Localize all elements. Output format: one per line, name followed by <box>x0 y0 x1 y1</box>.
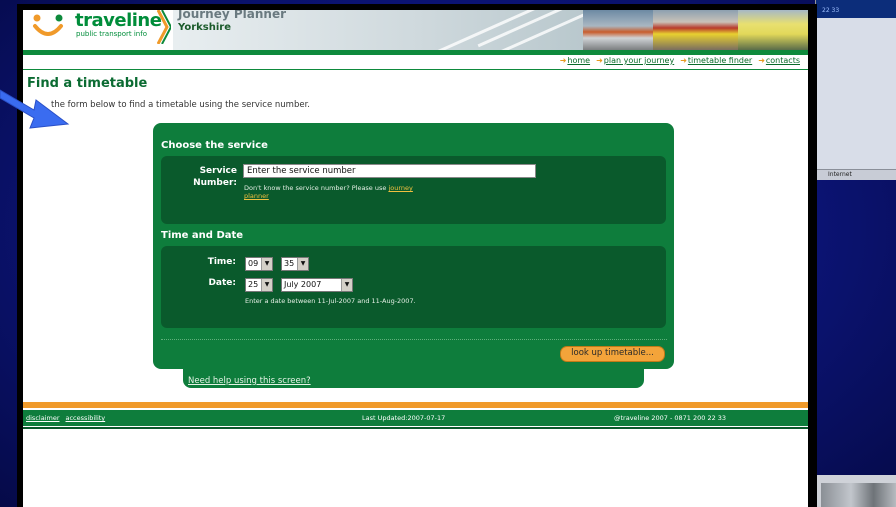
logo-tagline: public transport info <box>76 30 147 38</box>
chevron-down-icon: ▼ <box>297 258 308 270</box>
journey-planner-link-cont[interactable]: planner <box>244 192 269 200</box>
header-photos <box>583 10 808 50</box>
site-footer: disclaimer accessibility Last Updated:200… <box>23 410 808 426</box>
time-label: Time: <box>207 257 236 267</box>
browser-window: traveline public transport info Journey … <box>17 4 817 507</box>
background-photo-window <box>815 475 896 507</box>
app-title: Journey Planner <box>178 10 286 21</box>
service-label: Service <box>199 166 237 176</box>
journey-planner-link[interactable]: journey <box>388 184 412 192</box>
copyright: @traveline 2007 - 0871 200 22 33 <box>614 414 727 422</box>
day-select[interactable]: 25 ▼ <box>245 278 273 292</box>
nav-home[interactable]: ➜home <box>560 56 590 65</box>
top-nav: ➜home ➜plan your journey ➜timetable find… <box>23 55 808 70</box>
background-browser-window: 22 33 Internet <box>815 0 896 180</box>
service-hint: Don't know the service number? Please us… <box>244 184 413 192</box>
arrow-right-icon: ➜ <box>559 56 567 65</box>
nav-plan-journey[interactable]: ➜plan your journey <box>596 56 674 65</box>
arrow-right-icon: ➜ <box>596 56 603 65</box>
hour-select[interactable]: 09 ▼ <box>245 257 273 271</box>
arrow-right-icon: ➜ <box>758 56 765 65</box>
traveline-smile-icon[interactable] <box>31 12 65 42</box>
footer-bottom-line <box>23 427 808 429</box>
minute-select[interactable]: 35 ▼ <box>281 257 309 271</box>
nav-contacts[interactable]: ➜contacts <box>758 56 800 65</box>
disclaimer-link[interactable]: disclaimer <box>26 414 60 422</box>
pointer-arrow-icon <box>0 89 70 129</box>
section-title-service: Choose the service <box>161 140 268 151</box>
number-label: Number: <box>193 178 237 188</box>
web-page: traveline public transport info Journey … <box>23 10 808 507</box>
date-label: Date: <box>208 278 236 288</box>
background-photo <box>821 483 896 507</box>
logo-wordmark[interactable]: traveline <box>75 10 162 31</box>
section-title-time: Time and Date <box>161 230 244 241</box>
help-link[interactable]: Need help using this screen? <box>188 376 311 386</box>
region-title: Yorkshire <box>178 22 231 33</box>
arrow-right-icon: ➜ <box>680 56 687 65</box>
train-photo <box>653 10 738 50</box>
service-number-input[interactable] <box>243 164 536 178</box>
bus-photo <box>738 10 808 50</box>
date-range-hint: Enter a date between 11-Jul-2007 and 11-… <box>245 297 416 305</box>
header-chevron-icon <box>157 10 171 44</box>
nav-timetable-finder[interactable]: ➜timetable finder <box>680 56 752 65</box>
last-updated: Last Updated:2007-07-17 <box>362 414 446 422</box>
background-window-bar-text: 22 33 <box>822 7 840 14</box>
footer-accent-bar <box>23 402 808 408</box>
form-divider <box>161 339 667 340</box>
time-section <box>161 246 666 328</box>
accessibility-link[interactable]: accessibility <box>66 414 106 422</box>
nav-links: ➜home ➜plan your journey ➜timetable find… <box>560 56 800 65</box>
chevron-down-icon: ▼ <box>341 279 352 291</box>
month-select[interactable]: July 2007 ▼ <box>281 278 353 292</box>
tram-photo <box>583 10 653 50</box>
status-zone-label: Internet <box>828 171 852 178</box>
chevron-down-icon: ▼ <box>261 258 272 270</box>
chevron-down-icon: ▼ <box>261 279 272 291</box>
look-up-timetable-button[interactable]: look up timetable... <box>560 346 665 362</box>
site-header: traveline public transport info Journey … <box>23 10 808 55</box>
